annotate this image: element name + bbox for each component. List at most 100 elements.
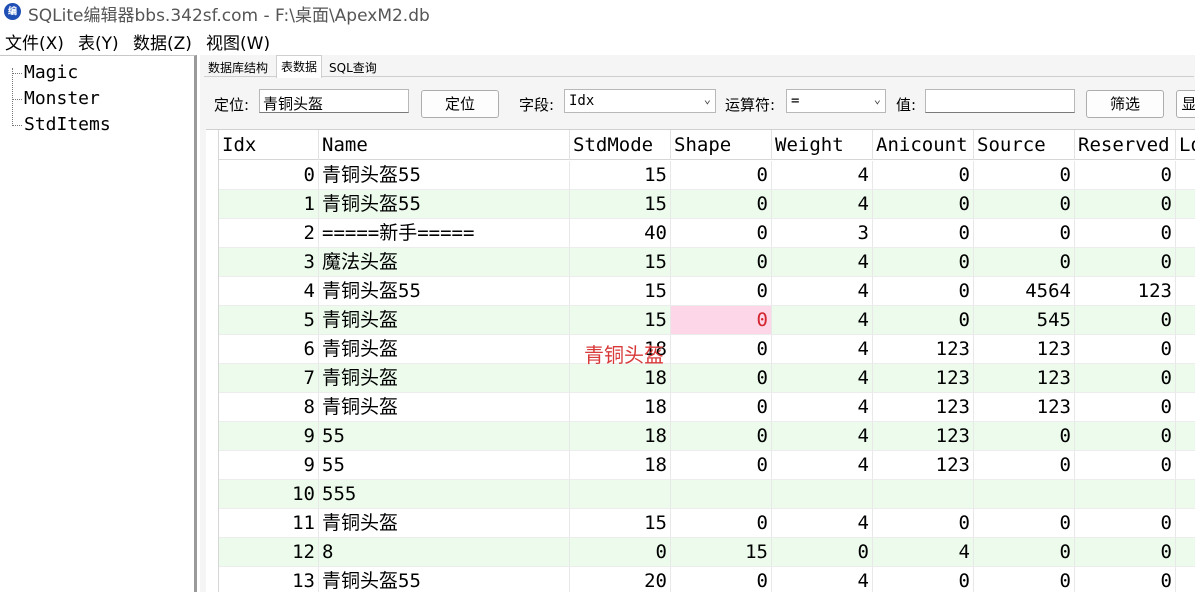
cell-anicount[interactable]: 0 [873,248,974,277]
cell-shape[interactable]: 0 [671,306,772,335]
cell-source[interactable]: 0 [974,509,1075,538]
cell-reserved[interactable] [1075,480,1176,509]
cell-name[interactable]: 55 [319,451,570,480]
cell-weight[interactable]: 0 [772,538,873,567]
cell-anicount[interactable]: 123 [873,451,974,480]
cell-shape[interactable]: 0 [671,248,772,277]
operator-select[interactable]: = ⌄ [786,89,886,113]
table-row[interactable]: 11 青铜头盔 15 0 4 0 0 0 [206,509,1195,538]
cell-anicount[interactable]: 123 [873,364,974,393]
column-header-anicount[interactable]: Anicount [873,130,974,160]
table-row[interactable]: 12 8 0 15 0 4 0 0 [206,538,1195,567]
cell-lo[interactable] [1176,567,1195,592]
table-row[interactable]: 13 青铜头盔55 20 0 4 0 0 0 [206,567,1195,592]
cell-anicount[interactable]: 0 [873,190,974,219]
cell-stdmode[interactable]: 40 [570,219,671,248]
cell-anicount[interactable]: 4 [873,538,974,567]
table-row[interactable]: 4 青铜头盔55 15 0 4 0 4564 123 [206,277,1195,306]
filter-button[interactable]: 筛选 [1086,90,1164,118]
cell-name[interactable]: 青铜头盔 [319,509,570,538]
cell-idx[interactable]: 7 [219,364,319,393]
cell-anicount[interactable]: 123 [873,422,974,451]
cell-weight[interactable]: 4 [772,509,873,538]
cell-idx[interactable]: 5 [219,306,319,335]
cell-stdmode[interactable]: 18 [570,451,671,480]
column-header-name[interactable]: Name [319,130,570,160]
cell-lo[interactable] [1176,161,1195,190]
cell-name[interactable]: 青铜头盔 [319,393,570,422]
cell-lo[interactable] [1176,306,1195,335]
cell-source[interactable]: 0 [974,567,1075,592]
cell-reserved[interactable]: 0 [1075,161,1176,190]
cell-source[interactable]: 0 [974,161,1075,190]
cell-shape[interactable]: 0 [671,277,772,306]
table-row[interactable]: 6 青铜头盔 18 0 4 123 123 0 [206,335,1195,364]
cell-shape[interactable] [671,480,772,509]
cell-stdmode[interactable]: 15 [570,277,671,306]
tab-sql-query[interactable]: SQL查询 [325,57,381,77]
column-header-reserved[interactable]: Reserved [1075,130,1176,160]
cell-anicount[interactable]: 0 [873,219,974,248]
cell-weight[interactable]: 4 [772,422,873,451]
cell-name[interactable]: 青铜头盔55 [319,161,570,190]
cell-stdmode[interactable]: 15 [570,161,671,190]
cell-shape[interactable]: 0 [671,335,772,364]
cell-reserved[interactable]: 0 [1075,219,1176,248]
cell-weight[interactable]: 3 [772,219,873,248]
cell-anicount[interactable]: 123 [873,335,974,364]
column-header-lo[interactable]: Lo [1176,130,1195,160]
table-row[interactable]: 9 55 18 0 4 123 0 0 [206,422,1195,451]
cell-anicount[interactable]: 0 [873,509,974,538]
cell-shape[interactable]: 0 [671,451,772,480]
cell-stdmode[interactable]: 20 [570,567,671,592]
cell-lo[interactable] [1176,277,1195,306]
cell-anicount[interactable]: 0 [873,277,974,306]
cell-lo[interactable] [1176,393,1195,422]
cell-reserved[interactable]: 0 [1075,538,1176,567]
cell-idx[interactable]: 10 [219,480,319,509]
cell-stdmode[interactable]: 0 [570,538,671,567]
tab-table-data[interactable]: 表数据 [276,55,323,78]
cell-name[interactable]: 555 [319,480,570,509]
table-row[interactable]: 7 青铜头盔 18 0 4 123 123 0 [206,364,1195,393]
tree-item-monster[interactable]: Monster [10,86,190,112]
cell-idx[interactable]: 3 [219,248,319,277]
cell-source[interactable]: 0 [974,190,1075,219]
menu-table[interactable]: 表(Y) [78,29,119,54]
menu-data[interactable]: 数据(Z) [133,29,192,54]
cell-weight[interactable]: 4 [772,393,873,422]
cell-stdmode[interactable]: 15 [570,306,671,335]
cell-name[interactable]: =====新手===== [319,219,570,248]
locate-input[interactable]: 青铜头盔 [259,89,409,113]
cell-idx[interactable]: 12 [219,538,319,567]
cell-name[interactable]: 青铜头盔 [319,306,570,335]
value-input[interactable] [925,89,1075,113]
cell-name[interactable]: 青铜头盔55 [319,567,570,592]
cell-reserved[interactable]: 0 [1075,422,1176,451]
data-grid[interactable]: Idx Name StdMode Shape Weight Anicount Source R… [206,129,1195,592]
cell-source[interactable]: 0 [974,451,1075,480]
cell-source[interactable]: 0 [974,538,1075,567]
cell-reserved[interactable]: 0 [1075,364,1176,393]
cell-lo[interactable] [1176,364,1195,393]
cell-name[interactable]: 青铜头盔55 [319,277,570,306]
cell-stdmode[interactable]: 18 [570,393,671,422]
cell-weight[interactable]: 4 [772,335,873,364]
show-button[interactable]: 显 [1176,90,1195,118]
cell-lo[interactable] [1176,335,1195,364]
table-row[interactable]: 8 青铜头盔 18 0 4 123 123 0 [206,393,1195,422]
cell-shape[interactable]: 0 [671,422,772,451]
column-header-source[interactable]: Source [974,130,1075,160]
cell-stdmode[interactable]: 15 [570,190,671,219]
cell-weight[interactable]: 4 [772,161,873,190]
cell-lo[interactable] [1176,451,1195,480]
column-header-weight[interactable]: Weight [772,130,873,160]
locate-button[interactable]: 定位 [421,90,499,118]
table-row[interactable]: 3 魔法头盔 15 0 4 0 0 0 [206,248,1195,277]
table-row[interactable]: 2 =====新手===== 40 0 3 0 0 0 [206,219,1195,248]
column-header-shape[interactable]: Shape [671,130,772,160]
menu-file[interactable]: 文件(X) [5,29,64,54]
cell-weight[interactable]: 4 [772,567,873,592]
cell-weight[interactable]: 4 [772,277,873,306]
cell-reserved[interactable]: 0 [1075,567,1176,592]
